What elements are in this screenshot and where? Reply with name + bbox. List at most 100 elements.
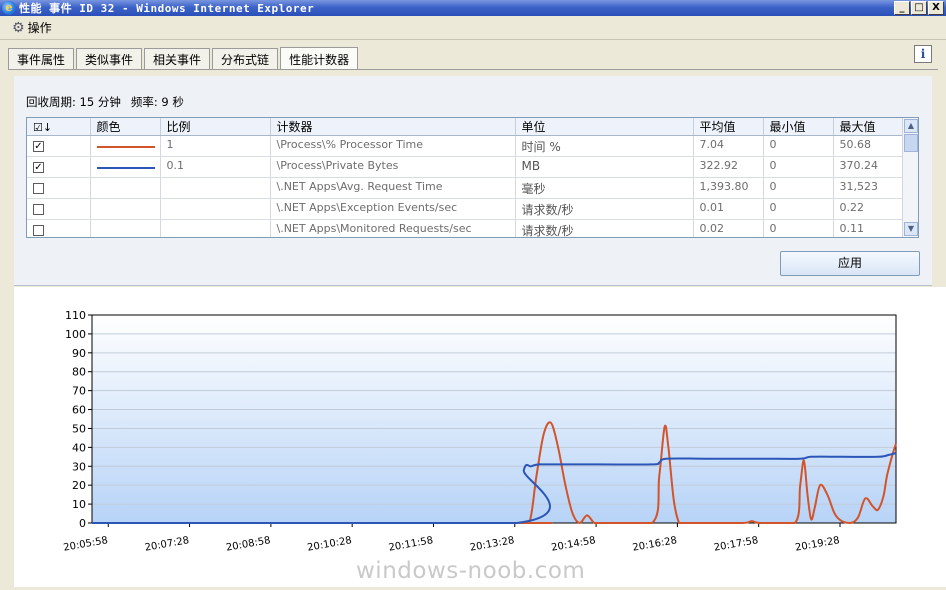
col-header-avg[interactable]: 平均值 xyxy=(693,118,764,136)
apply-button[interactable]: 应用 xyxy=(780,251,920,276)
action-bar: ⚙ 操作 xyxy=(0,16,946,40)
row-scale xyxy=(160,198,271,220)
tab-distributed-chain[interactable]: 分布式链 xyxy=(212,48,279,70)
row-scale: 0.1 xyxy=(160,156,271,178)
y-tick-label: 100 xyxy=(65,328,86,341)
counter-row[interactable]: \.NET Apps\Monitored Requests/sec 请求数/秒 0.… xyxy=(27,219,904,237)
grid-scrollbar[interactable]: ▲ ▼ xyxy=(902,118,918,237)
scroll-up-arrow-icon[interactable]: ▲ xyxy=(904,119,918,133)
collection-frequency: 频率: 9 秒 xyxy=(130,95,184,109)
row-counter: \Process\% Processor Time xyxy=(270,135,516,157)
row-checkbox[interactable]: ✓ xyxy=(27,135,91,157)
series-color-swatch xyxy=(96,146,155,148)
row-checkbox[interactable] xyxy=(27,219,91,237)
minimize-button[interactable]: _ xyxy=(894,1,910,15)
tab-event-properties[interactable]: 事件属性 xyxy=(8,48,75,70)
row-avg: 322.92 xyxy=(693,156,764,178)
row-min: 0 xyxy=(763,177,834,199)
row-counter: \.NET Apps\Exception Events/sec xyxy=(270,198,516,220)
tab-performance-counters[interactable]: 性能计数器 xyxy=(280,47,359,70)
y-tick-label: 110 xyxy=(65,309,86,322)
x-tick-label: 20:11:58 xyxy=(388,535,434,554)
col-header-counter[interactable]: 计数器 xyxy=(270,118,516,136)
x-tick-label: 20:14:58 xyxy=(550,535,596,554)
grid-header-row: ☑↓ 颜色 比例 计数器 单位 平均值 最小值 最大值 xyxy=(27,118,904,136)
y-tick-label: 80 xyxy=(72,366,86,379)
row-color xyxy=(90,135,161,157)
row-unit: 请求数/秒 xyxy=(515,198,694,220)
checkbox[interactable] xyxy=(33,225,44,236)
x-tick-label: 20:17:58 xyxy=(713,535,759,554)
row-scale xyxy=(160,177,271,199)
checkbox[interactable]: ✓ xyxy=(33,141,44,152)
row-min: 0 xyxy=(763,135,834,157)
performance-chart: 0 10 20 30 40 50 60 70 80 90 100 110 20:05:58 20:07:2… xyxy=(14,287,946,587)
col-header-color[interactable]: 颜色 xyxy=(90,118,161,136)
row-checkbox[interactable] xyxy=(27,177,91,199)
scroll-down-arrow-icon[interactable]: ▼ xyxy=(904,222,918,236)
ie-icon: e xyxy=(2,1,16,15)
row-max: 31,523 xyxy=(833,177,904,199)
y-tick-label: 0 xyxy=(79,517,86,530)
restore-button[interactable]: □ xyxy=(911,1,927,15)
y-tick-label: 70 xyxy=(72,385,86,398)
y-tick-label: 10 xyxy=(72,498,86,511)
counter-panel: 回收周期: 15 分钟 频率: 9 秒 ☑↓ 颜色 比例 计数器 单位 平均值 最… xyxy=(14,76,932,286)
row-color xyxy=(90,177,161,199)
checkbox[interactable] xyxy=(33,183,44,194)
counter-row[interactable]: \.NET Apps\Avg. Request Time 毫秒 1,393.80 0 3… xyxy=(27,177,904,199)
collection-info: 回收周期: 15 分钟 频率: 9 秒 xyxy=(26,94,184,110)
x-tick-label: 20:05:58 xyxy=(63,535,109,554)
close-button[interactable]: X xyxy=(928,1,944,15)
x-tick-label: 20:07:28 xyxy=(144,535,190,554)
col-header-min[interactable]: 最小值 xyxy=(763,118,834,136)
row-checkbox[interactable]: ✓ xyxy=(27,156,91,178)
row-max: 50.68 xyxy=(833,135,904,157)
row-counter: \Process\Private Bytes xyxy=(270,156,516,178)
row-unit: MB xyxy=(515,156,694,178)
help-icon[interactable]: i xyxy=(914,45,932,63)
row-unit: 请求数/秒 xyxy=(515,219,694,237)
row-min: 0 xyxy=(763,219,834,237)
window-titlebar: e 性能 事件 ID 32 - Windows Internet Explore… xyxy=(0,0,946,16)
tab-strip: 事件属性 类似事件 相关事件 分布式链 性能计数器 xyxy=(8,47,360,70)
row-min: 0 xyxy=(763,198,834,220)
row-color xyxy=(90,198,161,220)
window-controls: _ □ X xyxy=(894,1,944,15)
row-avg: 0.01 xyxy=(693,198,764,220)
window-title: 性能 事件 ID 32 - Windows Internet Explorer xyxy=(19,2,315,15)
col-header-scale[interactable]: 比例 xyxy=(160,118,271,136)
row-avg: 0.02 xyxy=(693,219,764,237)
row-avg: 7.04 xyxy=(693,135,764,157)
row-checkbox[interactable] xyxy=(27,198,91,220)
row-max: 0.11 xyxy=(833,219,904,237)
checkbox-header-icon: ☑↓ xyxy=(33,120,53,134)
y-tick-label: 40 xyxy=(72,441,86,454)
row-color xyxy=(90,156,161,178)
col-header-unit[interactable]: 单位 xyxy=(515,118,694,136)
row-color xyxy=(90,219,161,237)
counter-row[interactable]: ✓ 0.1 \Process\Private Bytes MB 322.92 0 370.2… xyxy=(27,156,904,178)
counter-grid: ☑↓ 颜色 比例 计数器 单位 平均值 最小值 最大值 ✓ 1 \Process\%… xyxy=(26,117,919,238)
series-color-swatch xyxy=(96,167,155,169)
x-tick-label: 20:16:28 xyxy=(632,535,678,554)
x-tick-label: 20:19:28 xyxy=(794,535,840,554)
x-tick-label: 20:08:58 xyxy=(225,535,271,554)
tab-related-events[interactable]: 相关事件 xyxy=(144,48,211,70)
row-unit: 毫秒 xyxy=(515,177,694,199)
y-tick-label: 60 xyxy=(72,404,86,417)
counter-row[interactable]: ✓ 1 \Process\% Processor Time 时间 % 7.04 0 50.6… xyxy=(27,135,904,157)
tab-similar-events[interactable]: 类似事件 xyxy=(76,48,143,70)
checkbox[interactable] xyxy=(33,204,44,215)
col-header-max[interactable]: 最大值 xyxy=(833,118,904,136)
y-tick-label: 50 xyxy=(72,422,86,435)
scroll-thumb[interactable] xyxy=(904,134,918,152)
row-avg: 1,393.80 xyxy=(693,177,764,199)
select-all-checkbox[interactable]: ☑↓ xyxy=(27,118,91,136)
operate-menu-button[interactable]: ⚙ 操作 xyxy=(12,19,52,36)
collection-period: 回收周期: 15 分钟 xyxy=(26,95,121,109)
tab-divider xyxy=(8,69,938,70)
counter-row[interactable]: \.NET Apps\Exception Events/sec 请求数/秒 0.01… xyxy=(27,198,904,220)
checkbox[interactable]: ✓ xyxy=(33,162,44,173)
row-min: 0 xyxy=(763,156,834,178)
